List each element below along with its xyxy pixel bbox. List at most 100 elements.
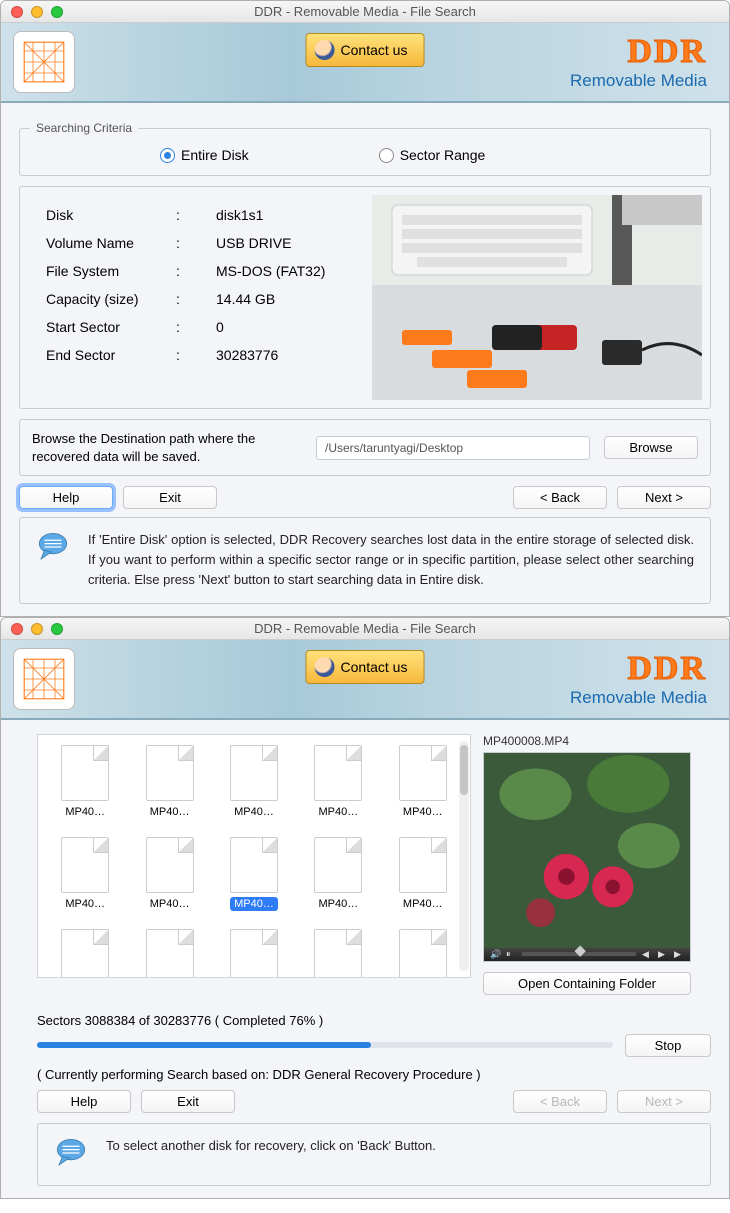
start-sector-label: Start Sector	[46, 319, 176, 335]
status-text: ( Currently performing Search based on: …	[37, 1067, 711, 1082]
file-item[interactable]: MP40…	[297, 837, 379, 927]
disk-info-block: Disk:disk1s1 Volume Name:USB DRIVE File …	[19, 186, 711, 409]
file-icon	[314, 745, 362, 801]
volume-label: Volume Name	[46, 235, 176, 251]
file-item[interactable]: MP40…	[382, 745, 464, 835]
fs-label: File System	[46, 263, 176, 279]
file-item[interactable]: MP40…	[44, 745, 126, 835]
contact-label: Contact us	[341, 42, 408, 58]
browse-description: Browse the Destination path where the re…	[32, 430, 302, 465]
window-title: DDR - Removable Media - File Search	[1, 621, 729, 636]
back-button[interactable]: < Back	[513, 486, 607, 509]
file-icon	[230, 837, 278, 893]
file-label: MP40…	[399, 897, 447, 911]
scrollbar[interactable]	[459, 741, 469, 971]
file-item[interactable]	[128, 929, 210, 978]
next-icon[interactable]: ▶	[674, 949, 684, 959]
disk-label: Disk	[46, 207, 176, 223]
file-icon	[230, 745, 278, 801]
back-button: < Back	[513, 1090, 607, 1113]
exit-button[interactable]: Exit	[141, 1090, 235, 1113]
brand-subtitle: Removable Media	[570, 688, 707, 708]
file-item[interactable]	[213, 929, 295, 978]
volume-icon[interactable]: 🔊	[490, 949, 500, 959]
file-item[interactable]: MP40…	[213, 745, 295, 835]
speech-bubble-icon	[54, 1136, 88, 1173]
searching-criteria-group: Searching Criteria Entire Disk Sector Ra…	[19, 121, 711, 176]
contact-us-button[interactable]: Contact us	[306, 33, 425, 67]
play-icon[interactable]: ▶	[658, 949, 668, 959]
file-label: MP40…	[315, 805, 363, 819]
destination-path-block: Browse the Destination path where the re…	[19, 419, 711, 476]
help-button[interactable]: Help	[19, 486, 113, 509]
recovered-files-grid[interactable]: MP40… MP40… MP40… MP40… MP40… MP40… MP40… MP40……	[37, 734, 471, 978]
brand: DDR Removable Media	[570, 33, 707, 91]
file-label: MP40…	[315, 897, 363, 911]
titlebar: DDR - Removable Media - File Search	[1, 618, 729, 640]
exit-button[interactable]: Exit	[123, 486, 217, 509]
criteria-legend: Searching Criteria	[30, 121, 138, 135]
file-icon	[61, 745, 109, 801]
person-icon	[315, 40, 335, 60]
file-item[interactable]	[297, 929, 379, 978]
file-icon	[146, 929, 194, 978]
file-item[interactable]: MP40…	[128, 745, 210, 835]
file-icon	[230, 929, 278, 978]
file-item[interactable]: MP40…	[128, 837, 210, 927]
media-controls[interactable]: 🔊 ⏸ ◀ ▶ ▶	[484, 948, 690, 960]
window-file-search-progress: DDR - Removable Media - File Search Cont…	[0, 617, 730, 1199]
pause-icon[interactable]: ⏸	[506, 949, 516, 959]
window-file-search-criteria: DDR - Removable Media - File Search Cont…	[0, 0, 730, 617]
capacity-value: 14.44 GB	[216, 291, 356, 307]
person-icon	[315, 657, 335, 677]
file-label: MP40…	[61, 805, 109, 819]
file-item[interactable]: MP40…	[44, 837, 126, 927]
file-label: MP40…	[146, 897, 194, 911]
file-label: MP40…	[230, 805, 278, 819]
file-icon	[61, 929, 109, 978]
file-item[interactable]	[44, 929, 126, 978]
maximize-icon[interactable]	[51, 623, 63, 635]
tip-text: If 'Entire Disk' option is selected, DDR…	[88, 530, 694, 590]
file-item[interactable]	[382, 929, 464, 978]
brand: DDR Removable Media	[570, 650, 707, 708]
progress-bar	[37, 1042, 613, 1048]
file-label: MP40…	[230, 897, 278, 911]
volume-value: USB DRIVE	[216, 235, 356, 251]
maximize-icon[interactable]	[51, 6, 63, 18]
next-button[interactable]: Next >	[617, 486, 711, 509]
open-containing-folder-button[interactable]: Open Containing Folder	[483, 972, 691, 995]
app-logo-icon	[13, 31, 75, 93]
file-icon	[399, 837, 447, 893]
seek-slider[interactable]	[522, 952, 636, 956]
disk-value: disk1s1	[216, 207, 356, 223]
preview-image	[484, 753, 690, 949]
file-icon	[146, 745, 194, 801]
help-button[interactable]: Help	[37, 1090, 131, 1113]
close-icon[interactable]	[11, 623, 23, 635]
file-label: MP40…	[146, 805, 194, 819]
file-icon	[399, 745, 447, 801]
file-icon	[314, 837, 362, 893]
prev-icon[interactable]: ◀	[642, 949, 652, 959]
window-title: DDR - Removable Media - File Search	[1, 4, 729, 19]
destination-path-input[interactable]: /Users/taruntyagi/Desktop	[316, 436, 590, 460]
browse-button[interactable]: Browse	[604, 436, 698, 459]
brand-title: DDR	[570, 33, 707, 71]
radio-entire-disk[interactable]: Entire Disk	[160, 147, 249, 163]
file-item[interactable]: MP40…	[297, 745, 379, 835]
stop-button[interactable]: Stop	[625, 1034, 711, 1057]
minimize-icon[interactable]	[31, 6, 43, 18]
file-item[interactable]: MP40…	[382, 837, 464, 927]
end-sector-value: 30283776	[216, 347, 356, 363]
app-header: Contact us DDR Removable Media	[1, 23, 729, 103]
radio-sector-range[interactable]: Sector Range	[379, 147, 486, 163]
contact-us-button[interactable]: Contact us	[306, 650, 425, 684]
close-icon[interactable]	[11, 6, 23, 18]
minimize-icon[interactable]	[31, 623, 43, 635]
preview-panel: 🔊 ⏸ ◀ ▶ ▶	[483, 752, 691, 962]
file-icon	[399, 929, 447, 978]
app-logo-icon	[13, 648, 75, 710]
titlebar: DDR - Removable Media - File Search	[1, 1, 729, 23]
file-item[interactable]: MP40…	[213, 837, 295, 927]
